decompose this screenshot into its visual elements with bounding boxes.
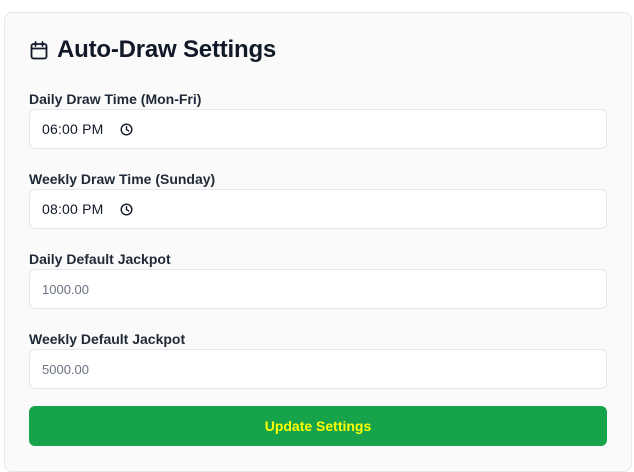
daily-draw-time-value: 06:00 PM [42,121,104,137]
daily-jackpot-placeholder: 1000.00 [42,281,89,297]
weekly-draw-time-label: Weekly Draw Time (Sunday) [29,171,216,187]
calendar-icon [30,40,48,60]
weekly-draw-time-input[interactable]: 08:00 PM [29,189,607,229]
weekly-jackpot-label: Weekly Default Jackpot [29,331,186,347]
daily-jackpot-label: Daily Default Jackpot [29,251,171,267]
clock-icon[interactable] [120,202,133,216]
daily-draw-time-label: Daily Draw Time (Mon-Fri) [29,91,202,107]
weekly-jackpot-input[interactable]: 5000.00 [29,349,607,389]
weekly-jackpot-placeholder: 5000.00 [42,361,89,377]
settings-card: Auto-Draw Settings Daily Draw Time (Mon-… [4,12,632,472]
card-header: Auto-Draw Settings [30,36,276,64]
update-settings-button[interactable]: Update Settings [29,406,607,446]
clock-icon[interactable] [120,122,133,136]
daily-jackpot-input[interactable]: 1000.00 [29,269,607,309]
page-title: Auto-Draw Settings [57,36,277,63]
weekly-draw-time-value: 08:00 PM [42,201,104,217]
daily-draw-time-input[interactable]: 06:00 PM [29,109,607,149]
